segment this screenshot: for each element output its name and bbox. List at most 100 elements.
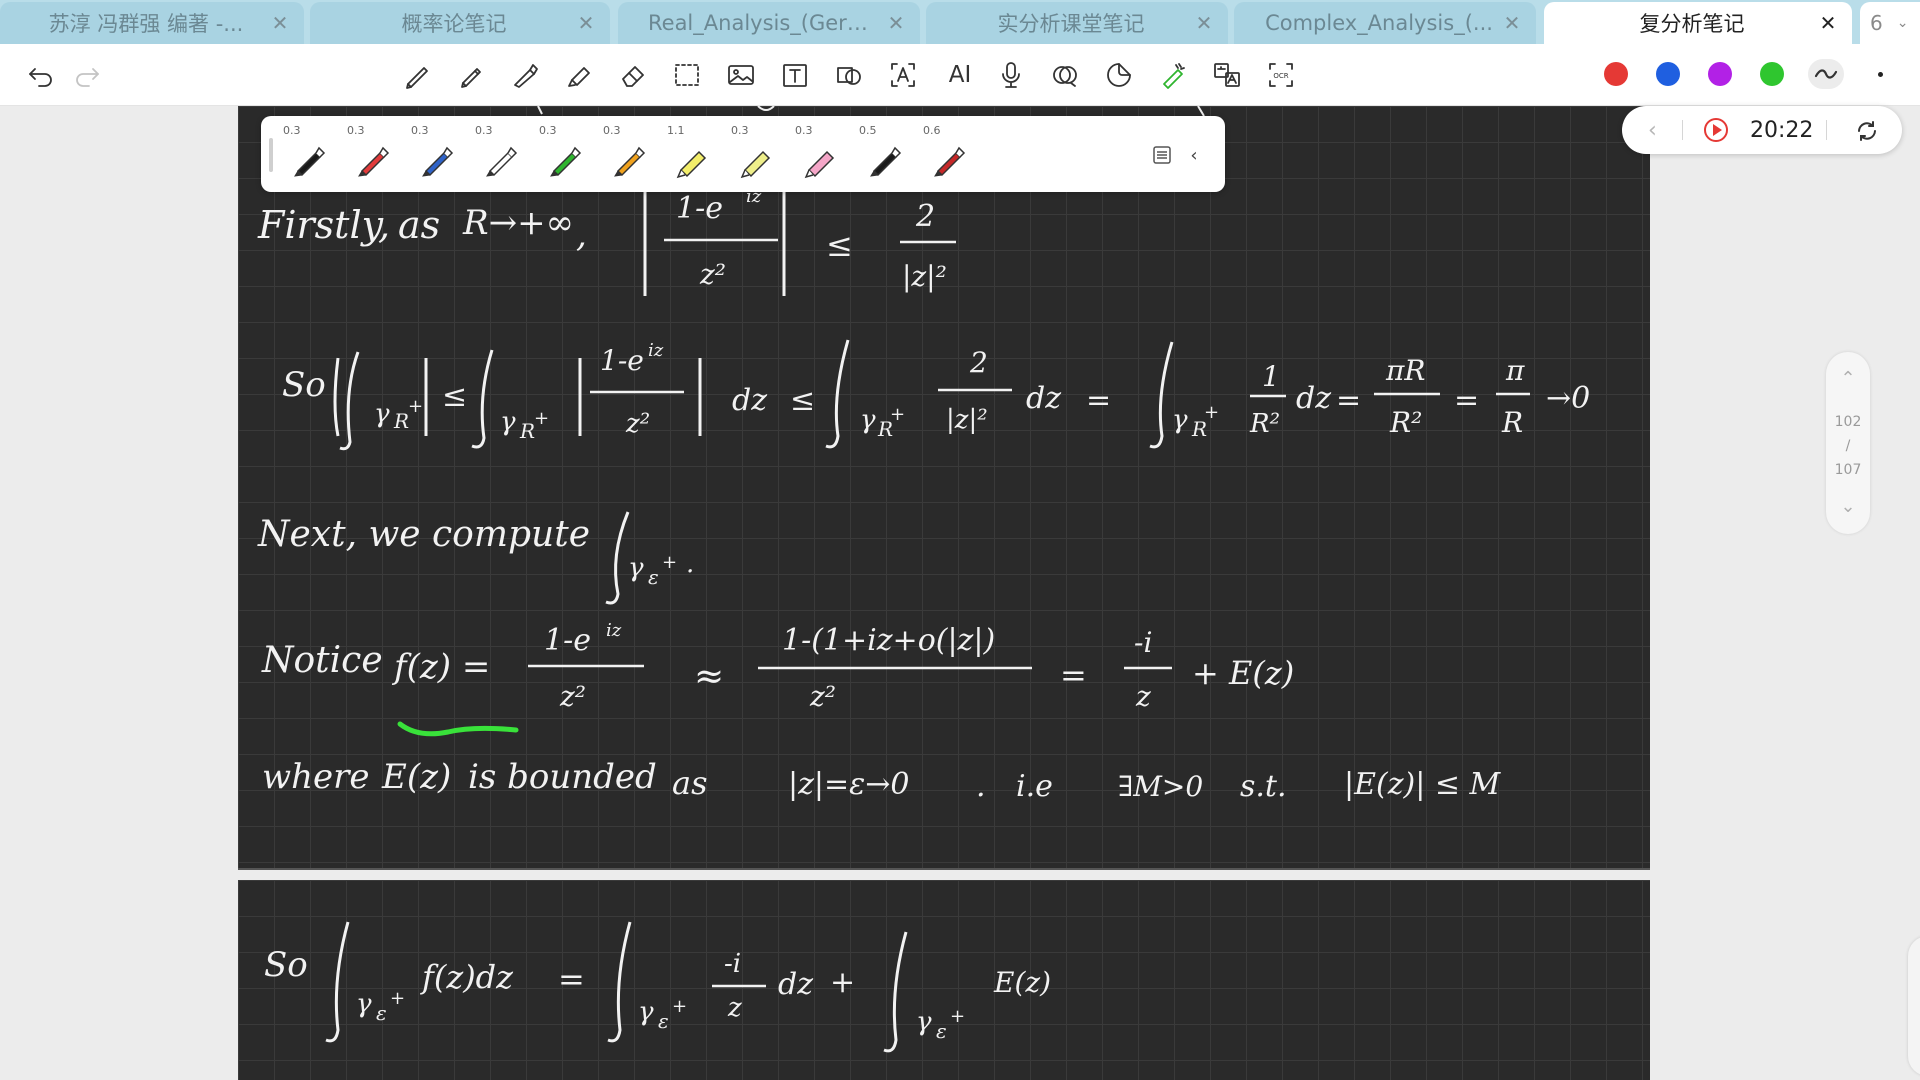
voice-record-button[interactable]	[994, 58, 1028, 92]
insert-image-button[interactable]	[724, 58, 758, 92]
lasso-select-button[interactable]	[670, 58, 704, 92]
tab-complex-analysis-notes[interactable]: 复分析笔记 ✕	[1544, 2, 1852, 44]
svg-text:γ: γ	[1172, 405, 1188, 435]
side-panel-handle[interactable]	[1908, 936, 1920, 1076]
svg-text:1-e: 1-e	[600, 344, 644, 377]
svg-text:≤: ≤	[790, 383, 815, 418]
more-options-icon[interactable]	[1878, 72, 1883, 77]
pen-preset-2[interactable]: 0.3	[341, 122, 401, 186]
pen-preset-3[interactable]: 0.3	[405, 122, 465, 186]
highlighter-preset-7[interactable]: 1.1	[661, 122, 721, 186]
translate-button[interactable]	[1210, 58, 1244, 92]
sticker-button[interactable]	[1102, 58, 1136, 92]
svg-text:dz: dz	[1026, 381, 1061, 416]
text-box-button[interactable]	[778, 58, 812, 92]
pen-preset-11[interactable]: 0.6	[917, 122, 977, 186]
highlighter-preset-8[interactable]: 0.3	[725, 122, 785, 186]
highlighter-preset-9[interactable]: 0.3	[789, 122, 849, 186]
pen-tool-button[interactable]	[400, 58, 434, 92]
pen-preset-6[interactable]: 0.3	[597, 122, 657, 186]
ai-button[interactable]: AI	[940, 58, 980, 92]
chevron-down-icon: ⌄	[1896, 15, 1909, 31]
green-underline-highlight	[397, 721, 519, 737]
translate-icon	[1214, 63, 1240, 87]
pen-palette: 0.3 0.3 0.3 0.3 0.3 0.3 1.1 0.3 0.3 0.5 0.6 ‹	[261, 116, 1225, 192]
pencil-tool-button[interactable]	[454, 58, 488, 92]
pen-preset-5[interactable]: 0.3	[533, 122, 593, 186]
pen-preset-4[interactable]: 0.3	[469, 122, 529, 186]
page-navigator: ⌃ 102 / 107 ⌄	[1826, 352, 1870, 534]
svg-text:π: π	[1505, 354, 1525, 387]
chevron-down-icon[interactable]: ⌄	[1826, 496, 1870, 517]
svg-text:γ: γ	[638, 997, 654, 1027]
tab-overflow-button[interactable]: 6 ⌄	[1860, 2, 1920, 44]
svg-text:1-(1+iz+o(|z|): 1-(1+iz+o(|z|)	[782, 623, 995, 658]
pen-size-label: 0.3	[795, 124, 813, 137]
close-icon[interactable]: ✕	[1502, 13, 1522, 33]
tab-probability-notes[interactable]: 概率论笔记 ✕	[310, 2, 610, 44]
close-icon[interactable]: ✕	[886, 13, 906, 33]
svg-text:→0: →0	[1546, 381, 1590, 416]
pen-size-label: 1.1	[667, 124, 685, 137]
svg-text:+ E(z): + E(z)	[1192, 654, 1294, 692]
handwriting-canvas: Firstly, as R→+∞ , 1-e iz z² ≤ 2 |z|² So…	[257, 106, 1590, 804]
chevron-up-icon[interactable]: ⌃	[1826, 368, 1870, 389]
ocr-text-button[interactable]	[886, 58, 920, 92]
shapes-button[interactable]	[832, 58, 866, 92]
pen-icon	[486, 146, 518, 177]
svg-text:+: +	[408, 396, 423, 417]
svg-text:|z|=ε→0: |z|=ε→0	[788, 767, 909, 802]
svg-text:z: z	[1135, 680, 1151, 713]
laser-pointer-icon	[1163, 63, 1185, 89]
chevron-left-icon[interactable]: ‹	[1648, 118, 1657, 143]
color-green-swatch[interactable]	[1760, 62, 1784, 86]
svg-text:+: +	[1204, 402, 1219, 423]
tab-real-analysis-notes[interactable]: 实分析课堂笔记 ✕	[926, 2, 1228, 44]
palette-settings-button[interactable]	[1149, 142, 1175, 168]
close-icon[interactable]: ✕	[1818, 13, 1838, 33]
svg-text:|z|²: |z|²	[946, 405, 988, 435]
tab-complex-analysis-pdf[interactable]: Complex_Analysis_(... ✕	[1234, 2, 1536, 44]
limit-text: R→+∞	[462, 203, 574, 243]
svg-text:+: +	[950, 1006, 965, 1027]
svg-text:R: R	[1501, 406, 1523, 439]
eraser-icon	[622, 66, 644, 87]
svg-text:+: +	[672, 996, 687, 1017]
drag-handle[interactable]	[269, 138, 273, 172]
svg-text:1: 1	[1262, 360, 1280, 393]
stroke-style-button[interactable]	[1808, 59, 1844, 89]
ocr-text-icon	[891, 63, 915, 87]
highlighter-tool-button[interactable]	[562, 58, 596, 92]
pen-size-label: 0.3	[283, 124, 301, 137]
fountain-pen-tool-button[interactable]	[508, 58, 542, 92]
svg-text:ε: ε	[648, 565, 659, 589]
laser-pointer-button[interactable]	[1156, 58, 1190, 92]
loop-icon[interactable]	[1854, 118, 1880, 144]
pen-preset-10[interactable]: 0.5	[853, 122, 913, 186]
svg-text:γ: γ	[374, 399, 390, 429]
color-purple-swatch[interactable]	[1708, 62, 1732, 86]
collapse-palette-button[interactable]: ‹	[1181, 142, 1207, 168]
svg-text:ε: ε	[658, 1009, 669, 1033]
color-blue-swatch[interactable]	[1656, 62, 1680, 86]
pen-preset-1[interactable]: 0.3	[277, 122, 337, 186]
svg-text:z²: z²	[809, 680, 836, 713]
close-icon[interactable]: ✕	[1194, 13, 1214, 33]
tab-su-chun-book[interactable]: 苏淳 冯群强 编著 -... ✕	[0, 2, 304, 44]
note-page-102[interactable]: Firstly, as R→+∞ , 1-e iz z² ≤ 2 |z|² So…	[238, 106, 1650, 870]
scissors-button[interactable]	[1048, 58, 1082, 92]
tab-real-analysis-pdf[interactable]: Real_Analysis_(Gera... ✕	[618, 2, 920, 44]
undo-button[interactable]	[24, 58, 58, 92]
tab-count: 6	[1870, 11, 1883, 35]
close-icon[interactable]: ✕	[270, 13, 290, 33]
color-red-swatch[interactable]	[1604, 62, 1628, 86]
svg-text:OCR: OCR	[1273, 72, 1288, 80]
eraser-tool-button[interactable]	[616, 58, 650, 92]
total-pages: 107	[1834, 462, 1862, 478]
svg-text:γ: γ	[860, 405, 876, 435]
close-icon[interactable]: ✕	[576, 13, 596, 33]
ocr-scan-button[interactable]: OCR	[1264, 58, 1298, 92]
play-button[interactable]	[1704, 118, 1728, 142]
note-page-103[interactable]: So γ ε + f(z)dz = γ ε + -i z dz + γ ε + …	[238, 880, 1650, 1080]
redo-button[interactable]	[70, 58, 104, 92]
